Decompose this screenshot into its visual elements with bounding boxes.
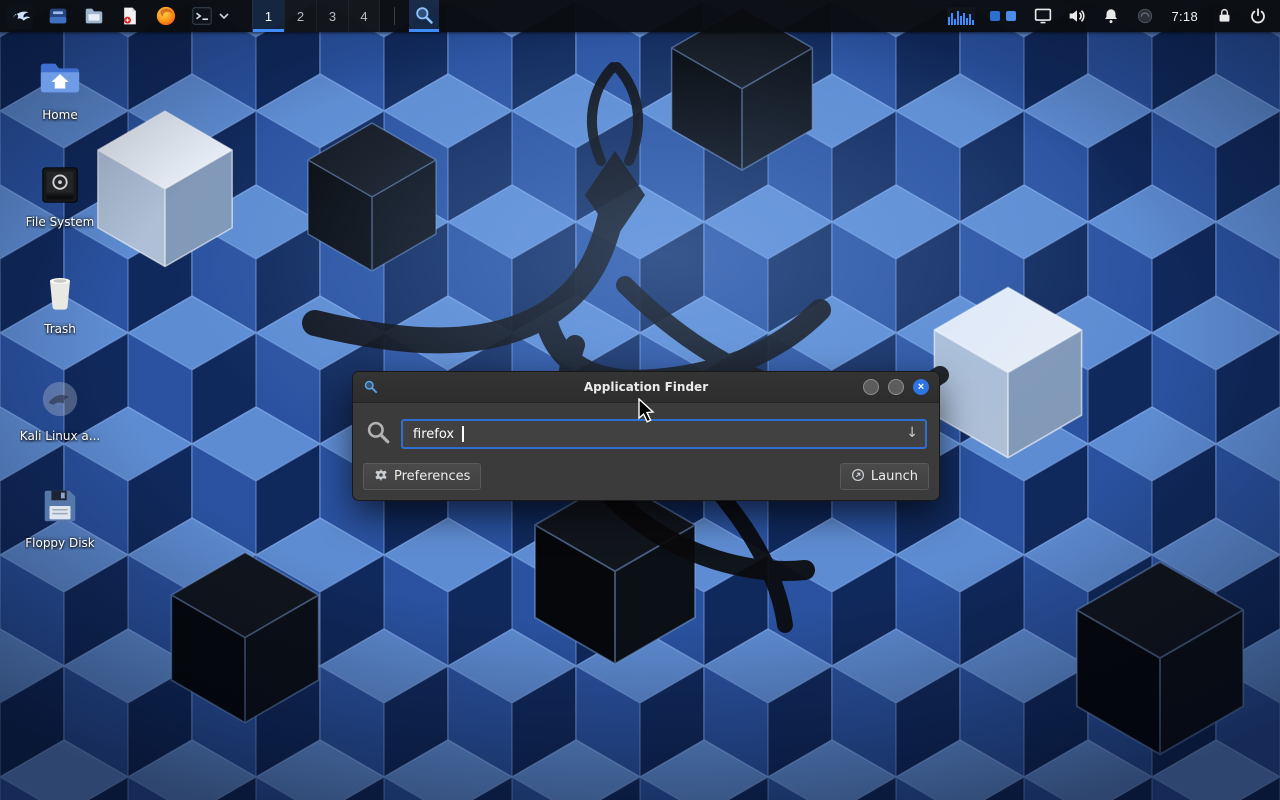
desktop-icon-label: Home (42, 108, 77, 122)
search-icon (365, 419, 391, 449)
trash-icon (40, 266, 80, 318)
terminal-launcher-group (188, 2, 230, 30)
window-title: Application Finder (353, 380, 939, 394)
terminal-icon (191, 5, 213, 27)
chevron-down-icon (219, 13, 229, 19)
file-manager-icon (47, 5, 69, 27)
workspace-3[interactable]: 3 (316, 0, 348, 32)
applications-menu-button[interactable] (6, 2, 34, 30)
desktop-icon-label: Floppy Disk (25, 536, 95, 550)
cpu-graph-icon[interactable] (947, 2, 975, 30)
text-caret (462, 426, 464, 442)
display-icon[interactable] (1033, 2, 1053, 30)
terminal-dropdown-arrow[interactable] (218, 2, 230, 30)
titlebar[interactable]: Application Finder × (353, 372, 939, 403)
application-finder-icon (414, 5, 434, 28)
desktop-icon-home[interactable]: Home (12, 52, 108, 159)
file-manager-launcher[interactable] (44, 2, 72, 30)
launch-icon (851, 468, 865, 486)
top-panel: 1 2 3 4 (0, 0, 1280, 32)
files-launcher[interactable] (80, 2, 108, 30)
minimize-button[interactable] (863, 379, 879, 395)
desktop-icon-label: Trash (44, 322, 76, 336)
system-tray: 7:18 (947, 2, 1274, 30)
file-system-icon (39, 159, 81, 211)
workspace-1[interactable]: 1 (252, 0, 284, 32)
launcher-group (44, 2, 230, 30)
maximize-button[interactable] (888, 379, 904, 395)
application-finder-window: Application Finder × ↓ (352, 371, 940, 501)
home-folder-icon (37, 52, 83, 104)
preferences-button[interactable]: Preferences (363, 463, 481, 490)
application-finder-window-icon (363, 379, 378, 398)
gear-icon (374, 468, 388, 486)
notifications-icon[interactable] (1101, 2, 1121, 30)
launch-button[interactable]: Launch (840, 463, 929, 490)
power-icon[interactable] (1248, 2, 1268, 30)
panel-separator (394, 7, 395, 25)
text-editor-launcher[interactable] (116, 2, 144, 30)
window-controls: × (863, 379, 929, 395)
desktop: 1 2 3 4 (0, 0, 1280, 800)
desktop-icon-floppy-disk[interactable]: Floppy Disk (12, 480, 108, 587)
taskbar-item-application-finder[interactable] (409, 0, 439, 32)
workspace-switcher: 1 2 3 4 (252, 0, 380, 32)
volume-icon[interactable] (1067, 2, 1087, 30)
floppy-disk-icon (39, 480, 81, 532)
web-browser-launcher[interactable] (152, 2, 180, 30)
workspace-4[interactable]: 4 (348, 0, 380, 32)
desktop-icon-label: File System (26, 215, 95, 229)
dialog-body: ↓ Preferences Launch (353, 403, 939, 500)
kali-menu-icon (7, 3, 33, 29)
kali-link-icon (39, 373, 81, 425)
screenlock-icon[interactable] (1214, 2, 1234, 30)
clock[interactable]: 7:18 (1169, 9, 1200, 24)
desktop-icon-trash[interactable]: Trash (12, 266, 108, 373)
text-editor-icon (120, 5, 140, 27)
desktop-icon-list: Home File System Trash Kali Linux a... F… (12, 52, 108, 587)
terminal-launcher[interactable] (188, 2, 216, 30)
desktop-icon-file-system[interactable]: File System (12, 159, 108, 266)
firefox-icon (155, 5, 177, 27)
indicators-icon[interactable] (989, 2, 1019, 30)
desktop-icon-kali-linux[interactable]: Kali Linux a... (12, 373, 108, 480)
search-input[interactable] (401, 419, 927, 449)
workspace-2[interactable]: 2 (284, 0, 316, 32)
network-icon[interactable] (1135, 2, 1155, 30)
close-button[interactable]: × (913, 379, 929, 395)
desktop-icon-label: Kali Linux a... (20, 429, 100, 443)
entry-dropdown-arrow-icon[interactable]: ↓ (906, 425, 918, 441)
launch-label: Launch (871, 469, 918, 484)
preferences-label: Preferences (394, 469, 470, 484)
folder-icon (83, 5, 105, 27)
